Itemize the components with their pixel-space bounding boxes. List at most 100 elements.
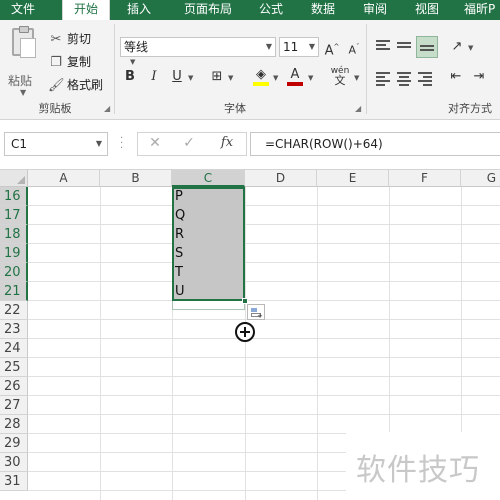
row-header-23[interactable]: 23	[0, 320, 28, 339]
tab-home[interactable]: 开始	[62, 0, 110, 20]
format-painter-button[interactable]: 🖌 格式刷	[48, 76, 103, 94]
row-header-30[interactable]: 30	[0, 453, 28, 472]
font-color-button[interactable]: A	[286, 66, 304, 86]
chevron-down-icon[interactable]: ▼	[354, 74, 359, 82]
dialog-launcher-icon[interactable]: ◢	[104, 104, 110, 113]
row-header-31[interactable]: 31	[0, 472, 28, 491]
column-header-f[interactable]: F	[389, 170, 461, 187]
bold-button[interactable]: B	[121, 68, 139, 86]
chevron-down-icon[interactable]: ▼	[468, 44, 473, 52]
tab-page-layout[interactable]: 页面布局	[176, 0, 240, 20]
gridline	[28, 338, 500, 339]
cell-c16[interactable]: P	[175, 187, 235, 206]
row-header-20[interactable]: 20	[0, 263, 28, 282]
row-header-28[interactable]: 28	[0, 415, 28, 434]
column-header-a[interactable]: A	[28, 170, 100, 187]
column-header-g[interactable]: G	[461, 170, 500, 187]
column-header-c[interactable]: C	[172, 170, 245, 187]
formula-input[interactable]: =CHAR(ROW()+64)	[250, 132, 500, 156]
italic-button[interactable]: I	[145, 68, 163, 86]
tab-foxit[interactable]: 福昕P	[464, 0, 500, 20]
group-divider	[114, 24, 115, 114]
row-header-17[interactable]: 17	[0, 206, 28, 225]
row-header-29[interactable]: 29	[0, 434, 28, 453]
indent-icon: ⇥	[473, 69, 485, 84]
fill-color-button[interactable]: ◈	[252, 66, 270, 86]
row-header-22[interactable]: 22	[0, 301, 28, 320]
select-all-button[interactable]	[0, 170, 28, 187]
orientation-button[interactable]: ↗	[448, 38, 466, 56]
scissors-icon: ✂	[50, 32, 62, 47]
column-header-e[interactable]: E	[317, 170, 389, 187]
watermark-text: 软件技巧	[356, 453, 480, 488]
gridline	[28, 357, 500, 358]
align-center-button[interactable]	[397, 72, 411, 86]
font-size-select[interactable]: 11 ▼	[279, 37, 319, 57]
align-top-button[interactable]	[376, 40, 390, 52]
underline-button[interactable]: U	[168, 68, 186, 86]
tab-review[interactable]: 审阅	[356, 0, 394, 20]
gridline	[28, 205, 500, 206]
grow-font-button[interactable]: A^	[323, 38, 341, 58]
paint-bucket-icon: ◈	[256, 67, 266, 82]
dialog-launcher-icon[interactable]: ◢	[355, 104, 361, 113]
column-header-b[interactable]: B	[100, 170, 172, 187]
phonetic-button[interactable]: wén 文	[328, 66, 352, 86]
chevron-down-icon[interactable]: ▼	[308, 74, 313, 82]
cell-c18[interactable]: R	[175, 225, 235, 244]
copy-button[interactable]: ❐ 复制 ▼	[48, 53, 135, 71]
chevron-down-icon[interactable]: ▼	[188, 74, 193, 82]
worksheet-grid[interactable]: A B C D E F G 16 17 18 19 20 21 22 23 24…	[0, 170, 500, 500]
row-header-26[interactable]: 26	[0, 377, 28, 396]
cancel-icon[interactable]: ✕	[144, 135, 166, 151]
plus-icon: +	[257, 312, 263, 320]
chevron-down-icon[interactable]: ▼	[228, 74, 233, 82]
tab-data[interactable]: 数据	[304, 0, 342, 20]
align-right-button[interactable]	[418, 72, 432, 86]
chevron-down-icon[interactable]: ▼	[96, 133, 102, 155]
row-header-19[interactable]: 19	[0, 244, 28, 263]
enter-icon[interactable]: ✓	[178, 135, 200, 151]
font-name-select[interactable]: 等线 ▼	[120, 37, 276, 57]
row-header-18[interactable]: 18	[0, 225, 28, 244]
column-header-d[interactable]: D	[245, 170, 317, 187]
align-left-button[interactable]	[376, 72, 390, 86]
cut-button[interactable]: ✂ 剪切	[48, 30, 91, 48]
row-header-27[interactable]: 27	[0, 396, 28, 415]
paste-label: 粘贴	[8, 74, 33, 88]
copy-label: 复制	[67, 55, 92, 69]
tab-formulas[interactable]: 公式	[252, 0, 290, 20]
insert-function-icon[interactable]: fx	[216, 135, 238, 150]
tab-insert[interactable]: 插入	[118, 0, 160, 20]
cell-c20[interactable]: T	[175, 263, 235, 282]
chevron-down-icon[interactable]: ▼	[273, 74, 278, 82]
cell-c21[interactable]: U	[175, 282, 235, 301]
auto-fill-options-button[interactable]: +	[247, 304, 265, 320]
increase-indent-button[interactable]: ⇥	[470, 68, 488, 86]
row-header-25[interactable]: 25	[0, 358, 28, 377]
resize-grip-icon[interactable]: · · ·	[120, 134, 124, 154]
gridline	[28, 262, 500, 263]
row-header-24[interactable]: 24	[0, 339, 28, 358]
align-middle-button[interactable]	[397, 42, 411, 54]
row-header-16[interactable]: 16	[0, 187, 28, 206]
auto-fill-options-icon	[251, 308, 257, 312]
gridline	[100, 187, 101, 500]
row-header-21[interactable]: 21	[0, 282, 28, 301]
format-painter-label: 格式刷	[67, 78, 104, 92]
shrink-font-icon: A	[348, 43, 357, 57]
shrink-font-button[interactable]: Aˇ	[345, 38, 363, 57]
font-size-value: 11	[283, 40, 299, 54]
decrease-indent-button[interactable]: ⇤	[447, 68, 465, 86]
crosshair-cursor-icon	[235, 322, 255, 342]
cell-c19[interactable]: S	[175, 244, 235, 263]
paste-button[interactable]: 粘贴 ▼	[6, 26, 40, 97]
gridline	[245, 187, 246, 500]
cell-c17[interactable]: Q	[175, 206, 235, 225]
name-box[interactable]: C1 ▼	[4, 132, 108, 156]
borders-button[interactable]: ⊞	[208, 68, 226, 86]
align-bottom-button[interactable]	[416, 36, 438, 58]
tab-file[interactable]: 文件	[0, 0, 46, 20]
tab-view[interactable]: 视图	[408, 0, 446, 20]
outdent-icon: ⇤	[450, 69, 462, 84]
